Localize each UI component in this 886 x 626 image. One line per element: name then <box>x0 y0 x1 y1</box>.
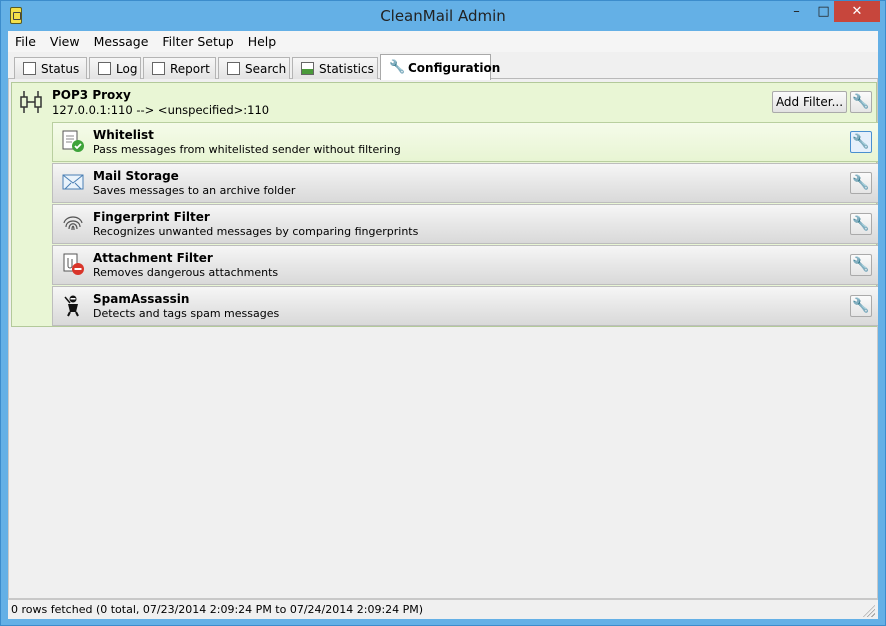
tab-report[interactable]: Report <box>143 57 216 79</box>
filter-description: Detects and tags spam messages <box>93 307 280 320</box>
resize-grip[interactable] <box>863 605 875 617</box>
filter-description: Recognizes unwanted messages by comparin… <box>93 225 419 238</box>
whitelist-icon <box>62 130 84 152</box>
filter-description: Pass messages from whitelisted sender wi… <box>93 143 401 156</box>
menu-help[interactable]: Help <box>241 31 284 52</box>
attachment-settings-button[interactable]: 🔧 <box>850 254 872 276</box>
configuration-panel: POP3 Proxy 127.0.0.1:110 --> <unspecifie… <box>8 79 878 599</box>
app-window: CleanMail Admin – □ ✕ File View Message … <box>0 0 886 626</box>
search-icon <box>227 62 240 75</box>
spamassassin-icon <box>64 295 79 317</box>
wrench-icon: 🔧 <box>852 94 870 110</box>
tab-configuration[interactable]: 🔧 Configuration <box>380 54 500 80</box>
proxy-settings-button[interactable]: 🔧 <box>850 91 872 113</box>
report-icon <box>152 62 165 75</box>
status-bar: 0 rows fetched (0 total, 07/23/2014 2:09… <box>8 599 878 619</box>
client-area: File View Message Filter Setup Help Stat… <box>8 31 878 619</box>
filter-row-spamassassin[interactable]: SpamAssassin Detects and tags spam messa… <box>52 286 878 326</box>
tab-search[interactable]: Search <box>218 57 290 79</box>
proxy-header[interactable]: POP3 Proxy 127.0.0.1:110 --> <unspecifie… <box>12 83 876 121</box>
add-filter-button[interactable]: Add Filter... <box>772 91 847 113</box>
tab-strip: Status Log Report Search Statistics 🔧 Co… <box>8 53 878 80</box>
tab-label: Search <box>245 61 287 76</box>
mail-storage-settings-button[interactable]: 🔧 <box>850 172 872 194</box>
menu-message[interactable]: Message <box>87 31 156 52</box>
statistics-icon <box>301 62 314 75</box>
filter-row-attachment[interactable]: Attachment Filter Removes dangerous atta… <box>52 245 878 285</box>
title-bar[interactable]: CleanMail Admin – □ ✕ <box>1 1 885 31</box>
menu-file[interactable]: File <box>8 31 43 52</box>
mail-storage-icon <box>62 174 84 190</box>
log-icon <box>98 62 111 75</box>
filter-title: SpamAssassin <box>93 292 190 306</box>
filter-description: Saves messages to an archive folder <box>93 184 296 197</box>
spamassassin-settings-button[interactable]: 🔧 <box>850 295 872 317</box>
wrench-icon: 🔧 <box>852 257 870 273</box>
wrench-icon: 🔧 <box>852 134 870 150</box>
tab-label: Report <box>170 61 210 76</box>
wrench-icon: 🔧 <box>852 216 870 232</box>
filter-row-mail-storage[interactable]: Mail Storage Saves messages to an archiv… <box>52 163 878 203</box>
filter-title: Mail Storage <box>93 169 179 183</box>
wrench-icon: 🔧 <box>852 175 870 191</box>
wrench-icon: 🔧 <box>389 60 406 75</box>
minimize-button[interactable]: – <box>783 1 810 22</box>
menu-filter-setup[interactable]: Filter Setup <box>155 31 240 52</box>
tab-statistics[interactable]: Statistics <box>292 57 378 79</box>
fingerprint-settings-button[interactable]: 🔧 <box>850 213 872 235</box>
tab-label: Statistics <box>319 61 374 76</box>
filter-row-whitelist[interactable]: Whitelist Pass messages from whitelisted… <box>52 122 878 162</box>
status-icon <box>23 62 36 75</box>
tab-label: Log <box>116 61 138 76</box>
whitelist-settings-button[interactable]: 🔧 <box>850 131 872 153</box>
proxy-connector-icon <box>20 91 42 113</box>
tab-status[interactable]: Status <box>14 57 87 79</box>
filter-title: Attachment Filter <box>93 251 213 265</box>
fingerprint-icon <box>63 216 83 231</box>
tab-label: Configuration <box>408 60 501 75</box>
filter-description: Removes dangerous attachments <box>93 266 279 279</box>
close-button[interactable]: ✕ <box>834 1 880 22</box>
proxy-address: 127.0.0.1:110 --> <unspecified>:110 <box>52 103 270 117</box>
window-title: CleanMail Admin <box>380 7 506 25</box>
attachment-icon <box>63 253 84 275</box>
menu-bar: File View Message Filter Setup Help <box>8 31 878 52</box>
tab-label: Status <box>41 61 80 76</box>
tab-log[interactable]: Log <box>89 57 141 79</box>
maximize-button[interactable]: □ <box>810 1 837 22</box>
proxy-title: POP3 Proxy <box>52 88 131 102</box>
filter-row-fingerprint[interactable]: Fingerprint Filter Recognizes unwanted m… <box>52 204 878 244</box>
filter-title: Fingerprint Filter <box>93 210 210 224</box>
status-text: 0 rows fetched (0 total, 07/23/2014 2:09… <box>11 603 424 616</box>
menu-view[interactable]: View <box>43 31 87 52</box>
wrench-icon: 🔧 <box>852 298 870 314</box>
filter-title: Whitelist <box>93 128 154 142</box>
pop3-proxy-panel[interactable]: POP3 Proxy 127.0.0.1:110 --> <unspecifie… <box>11 82 878 327</box>
